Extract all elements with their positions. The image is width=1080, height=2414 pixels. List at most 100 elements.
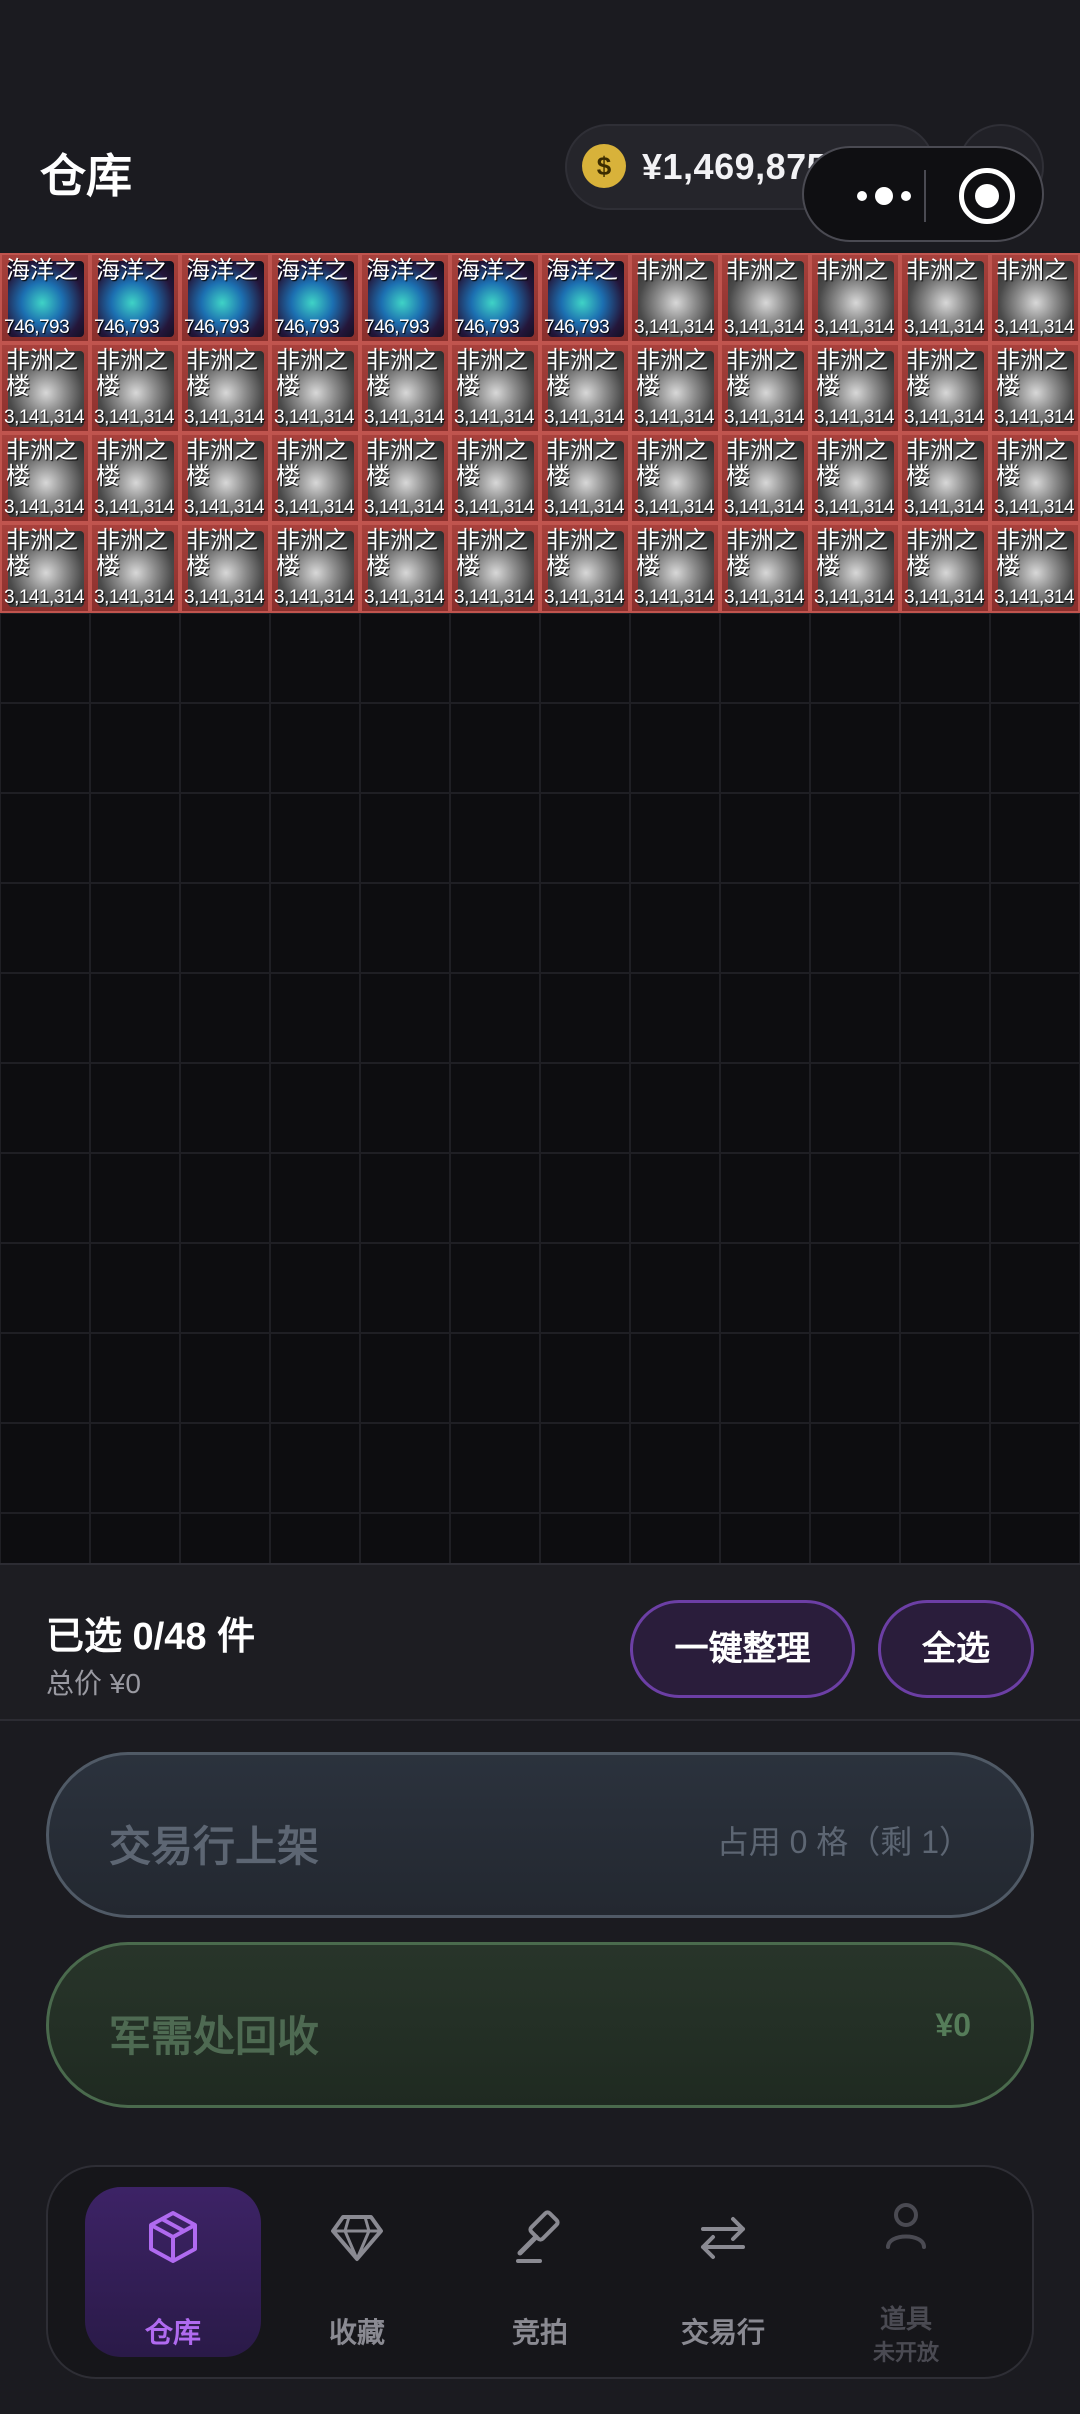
inventory-item[interactable]: 非洲之楼 3,141,314	[720, 433, 810, 523]
inventory-item[interactable]: 海洋之 746,793	[180, 253, 270, 343]
empty-slot[interactable]	[0, 883, 90, 973]
empty-slot[interactable]	[810, 1063, 900, 1153]
empty-slot[interactable]	[540, 613, 630, 703]
empty-slot[interactable]	[360, 613, 450, 703]
empty-slot[interactable]	[180, 1063, 270, 1153]
inventory-item[interactable]: 非洲之楼 3,141,314	[540, 343, 630, 433]
empty-slot[interactable]	[450, 613, 540, 703]
empty-slot[interactable]	[450, 1063, 540, 1153]
empty-slot[interactable]	[360, 703, 450, 793]
empty-slot[interactable]	[900, 1153, 990, 1243]
empty-slot[interactable]	[720, 1333, 810, 1423]
empty-slot[interactable]	[990, 1153, 1080, 1243]
empty-slot[interactable]	[720, 1243, 810, 1333]
empty-slot[interactable]	[0, 1333, 90, 1423]
inventory-item[interactable]: 非洲之楼 3,141,314	[0, 523, 90, 613]
empty-slot[interactable]	[540, 1333, 630, 1423]
empty-slot[interactable]	[180, 1333, 270, 1423]
inventory-item[interactable]: 非洲之楼 3,141,314	[900, 523, 990, 613]
empty-slot[interactable]	[360, 1243, 450, 1333]
empty-slot[interactable]	[810, 1153, 900, 1243]
inventory-item[interactable]: 非洲之楼 3,141,314	[810, 523, 900, 613]
empty-slot[interactable]	[540, 703, 630, 793]
empty-slot[interactable]	[90, 883, 180, 973]
inventory-item[interactable]: 非洲之楼 3,141,314	[810, 343, 900, 433]
empty-slot[interactable]	[720, 793, 810, 883]
inventory-item[interactable]: 海洋之 746,793	[90, 253, 180, 343]
empty-slot[interactable]	[90, 1333, 180, 1423]
empty-slot[interactable]	[360, 973, 450, 1063]
inventory-item[interactable]: 非洲之楼 3,141,314	[180, 343, 270, 433]
empty-slot[interactable]	[630, 883, 720, 973]
inventory-item[interactable]: 非洲之楼 3,141,314	[360, 523, 450, 613]
empty-slot[interactable]	[630, 703, 720, 793]
empty-slot[interactable]	[540, 1063, 630, 1153]
tab-market[interactable]: 交易行	[635, 2187, 811, 2357]
empty-slot[interactable]	[810, 1243, 900, 1333]
empty-slot[interactable]	[450, 793, 540, 883]
inventory-item[interactable]: 非洲之楼 3,141,314	[900, 343, 990, 433]
empty-slot[interactable]	[360, 1333, 450, 1423]
tab-warehouse[interactable]: 仓库	[85, 2187, 261, 2357]
inventory-item[interactable]: 非洲之楼 3,141,314	[180, 523, 270, 613]
empty-slot[interactable]	[630, 793, 720, 883]
empty-slot[interactable]	[810, 883, 900, 973]
empty-slot[interactable]	[90, 1153, 180, 1243]
empty-slot[interactable]	[720, 973, 810, 1063]
empty-slot[interactable]	[810, 973, 900, 1063]
empty-slot[interactable]	[90, 613, 180, 703]
inventory-item[interactable]: 非洲之楼 3,141,314	[720, 343, 810, 433]
inventory-item[interactable]: 非洲之 3,141,314	[720, 253, 810, 343]
empty-slot[interactable]	[630, 1333, 720, 1423]
empty-slot[interactable]	[900, 973, 990, 1063]
inventory-item[interactable]: 非洲之楼 3,141,314	[540, 433, 630, 523]
inventory-item[interactable]: 非洲之楼 3,141,314	[630, 343, 720, 433]
empty-slot[interactable]	[270, 883, 360, 973]
inventory-item[interactable]: 非洲之楼 3,141,314	[630, 523, 720, 613]
empty-slot[interactable]	[90, 703, 180, 793]
empty-slot[interactable]	[450, 703, 540, 793]
empty-slot[interactable]	[360, 1423, 450, 1513]
inventory-item[interactable]: 非洲之楼 3,141,314	[990, 433, 1080, 523]
empty-slot[interactable]	[810, 1333, 900, 1423]
empty-slot[interactable]	[540, 793, 630, 883]
inventory-item[interactable]: 非洲之楼 3,141,314	[900, 433, 990, 523]
empty-slot[interactable]	[360, 883, 450, 973]
empty-slot[interactable]	[0, 1243, 90, 1333]
more-menu-icon[interactable]	[834, 148, 934, 244]
empty-slot[interactable]	[450, 973, 540, 1063]
empty-slot[interactable]	[900, 1333, 990, 1423]
empty-slot[interactable]	[900, 613, 990, 703]
inventory-item[interactable]: 非洲之楼 3,141,314	[450, 343, 540, 433]
empty-slot[interactable]	[540, 973, 630, 1063]
empty-slot[interactable]	[810, 613, 900, 703]
empty-slot[interactable]	[270, 703, 360, 793]
empty-slot[interactable]	[270, 1153, 360, 1243]
empty-slot[interactable]	[990, 883, 1080, 973]
empty-slot[interactable]	[270, 1423, 360, 1513]
empty-slot[interactable]	[810, 793, 900, 883]
inventory-item[interactable]: 非洲之楼 3,141,314	[180, 433, 270, 523]
empty-slot[interactable]	[720, 703, 810, 793]
empty-slot[interactable]	[270, 1333, 360, 1423]
inventory-item[interactable]: 非洲之 3,141,314	[900, 253, 990, 343]
empty-slot[interactable]	[990, 703, 1080, 793]
empty-slot[interactable]	[90, 1423, 180, 1513]
empty-slot[interactable]	[810, 703, 900, 793]
empty-slot[interactable]	[450, 1243, 540, 1333]
inventory-item[interactable]: 非洲之楼 3,141,314	[0, 343, 90, 433]
empty-slot[interactable]	[720, 1063, 810, 1153]
empty-slot[interactable]	[630, 1243, 720, 1333]
inventory-item[interactable]: 非洲之楼 3,141,314	[90, 343, 180, 433]
empty-slot[interactable]	[180, 703, 270, 793]
inventory-item[interactable]: 非洲之楼 3,141,314	[270, 343, 360, 433]
empty-slot[interactable]	[0, 1063, 90, 1153]
inventory-item[interactable]: 海洋之 746,793	[0, 253, 90, 343]
empty-slot[interactable]	[180, 1423, 270, 1513]
empty-slot[interactable]	[180, 883, 270, 973]
empty-slot[interactable]	[180, 1153, 270, 1243]
inventory-item[interactable]: 海洋之 746,793	[360, 253, 450, 343]
inventory-item[interactable]: 非洲之楼 3,141,314	[990, 343, 1080, 433]
empty-slot[interactable]	[540, 883, 630, 973]
empty-slot[interactable]	[0, 1153, 90, 1243]
